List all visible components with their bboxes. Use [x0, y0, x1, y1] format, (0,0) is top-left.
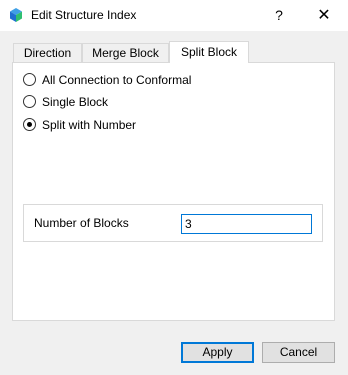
number-of-blocks-input[interactable] [181, 214, 312, 234]
tab-direction[interactable]: Direction [13, 43, 82, 62]
number-of-blocks-label: Number of Blocks [34, 216, 129, 230]
cancel-button[interactable]: Cancel [262, 342, 335, 363]
radio-dot [27, 122, 32, 127]
radio-button[interactable] [23, 95, 36, 108]
tab-split-block[interactable]: Split Block [169, 41, 249, 63]
radio-button[interactable] [23, 73, 36, 86]
number-of-blocks-group: Number of Blocks [23, 204, 323, 242]
radio-label: Single Block [42, 95, 109, 109]
radio-label: Split with Number [42, 118, 137, 132]
split-block-panel: All Connection to Conformal Single Block… [12, 62, 335, 321]
app-cube-icon [10, 8, 22, 22]
help-button[interactable]: ? [266, 0, 292, 31]
tab-merge-block[interactable]: Merge Block [82, 43, 169, 62]
radio-label: All Connection to Conformal [42, 73, 192, 87]
radio-button-selected[interactable] [23, 118, 36, 131]
apply-button[interactable]: Apply [181, 342, 254, 363]
window-title: Edit Structure Index [31, 8, 137, 22]
close-button[interactable]: ✕ [311, 0, 337, 31]
title-bar: Edit Structure Index ? ✕ [0, 0, 348, 31]
